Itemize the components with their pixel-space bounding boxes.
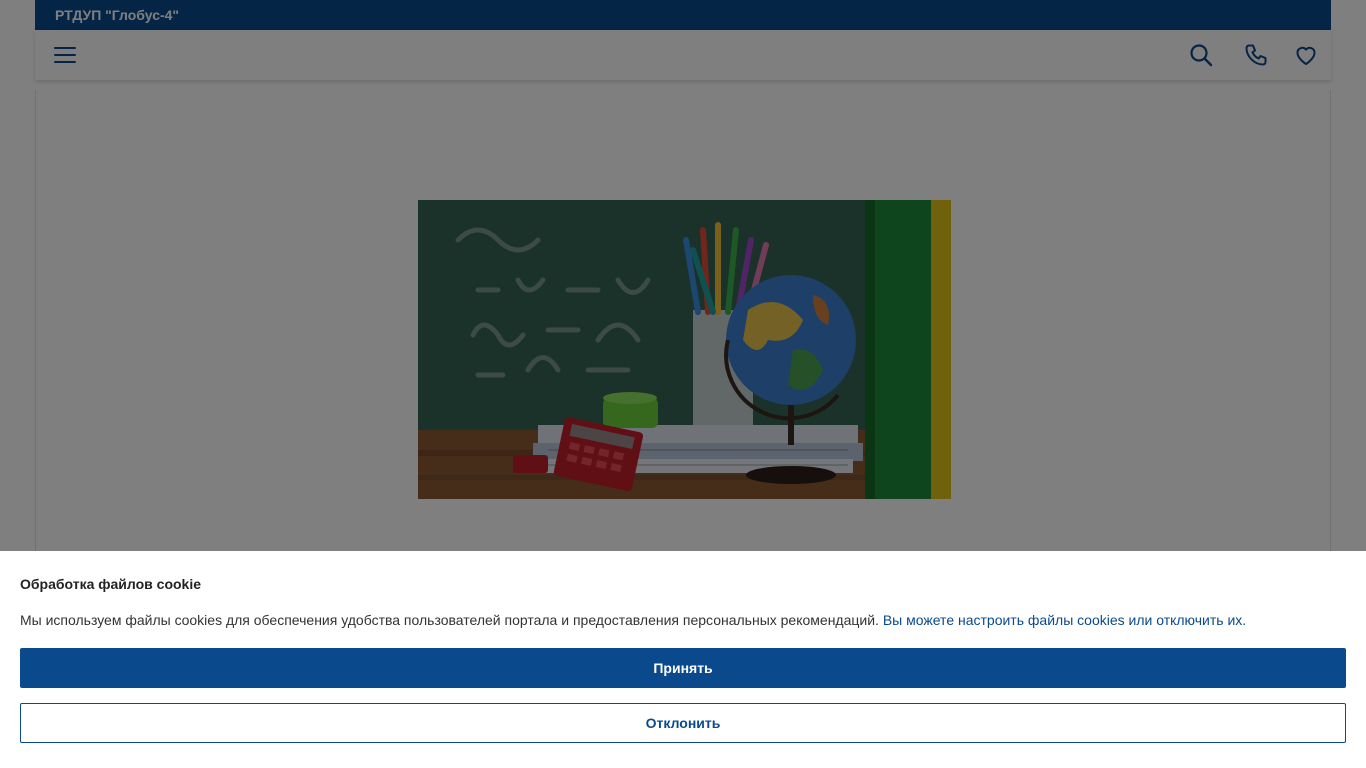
- cookie-title: Обработка файлов cookie: [20, 576, 202, 592]
- cookie-settings-link[interactable]: Вы можете настроить файлы cookies или от…: [883, 612, 1246, 628]
- cookie-banner: Обработка файлов cookie Мы используем фа…: [0, 551, 1366, 768]
- accept-button[interactable]: Принять: [20, 648, 1346, 688]
- cookie-text: Мы используем файлы cookies для обеспече…: [20, 612, 1246, 628]
- page: РТДУП "Глобус-4": [0, 0, 1366, 768]
- cookie-description: Мы используем файлы cookies для обеспече…: [20, 612, 879, 628]
- decline-button[interactable]: Отклонить: [20, 703, 1346, 743]
